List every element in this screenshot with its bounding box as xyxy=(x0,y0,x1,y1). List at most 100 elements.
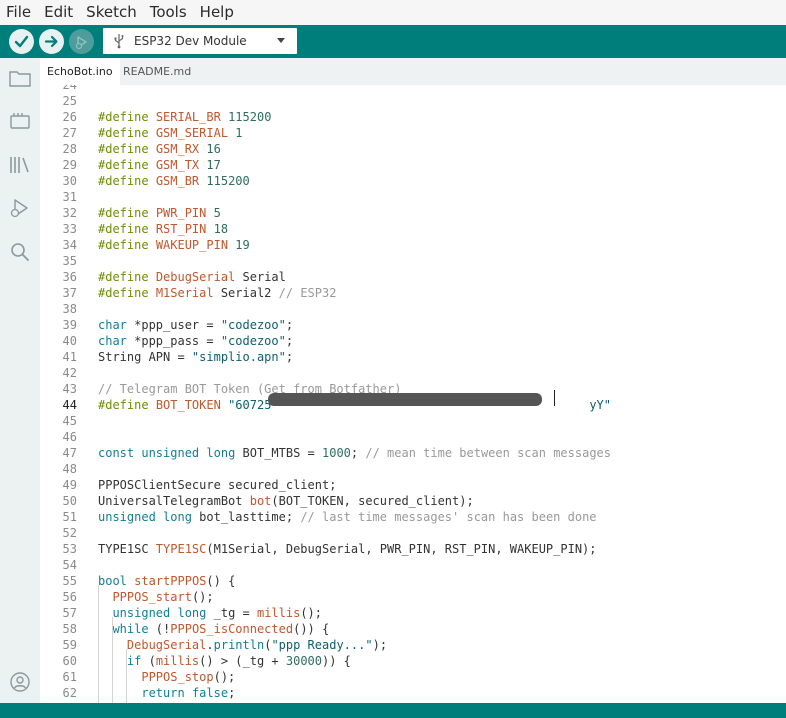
code-line[interactable]: 56 PPPOS_start(); xyxy=(40,589,786,605)
upload-button[interactable] xyxy=(39,29,64,54)
board-manager-icon[interactable] xyxy=(8,109,32,133)
code-token: Serial xyxy=(235,270,286,284)
code-line[interactable]: 52 xyxy=(40,525,786,541)
line-number: 42 xyxy=(62,366,77,380)
account-icon[interactable] xyxy=(8,670,32,694)
code-token: RST_PIN xyxy=(155,222,207,236)
code-line[interactable]: 60 if (millis() > (_tg + 30000)) { xyxy=(40,653,786,669)
menu-help[interactable]: Help xyxy=(200,0,234,25)
menu-tools[interactable]: Tools xyxy=(150,0,187,25)
code-token: unsigned xyxy=(141,446,200,460)
code-line[interactable]: 37 #define M1Serial Serial2 // ESP32 xyxy=(40,285,786,301)
code-token: #define xyxy=(98,110,149,124)
code-token: // last time messages' scan has been don… xyxy=(300,510,597,524)
code-text: #define GSM_TX 17 xyxy=(98,157,221,173)
code-token: yY" xyxy=(589,398,612,412)
code-token: long xyxy=(206,446,236,460)
line-number: 34 xyxy=(62,238,77,252)
line-number: 52 xyxy=(62,526,77,540)
menu-sketch[interactable]: Sketch xyxy=(86,0,137,25)
tab-readme[interactable]: README.md xyxy=(116,58,198,85)
line-number: 51 xyxy=(62,510,77,524)
line-number: 56 xyxy=(62,590,77,604)
menu-bar: File Edit Sketch Tools Help xyxy=(0,0,786,25)
code-token: println xyxy=(213,638,265,652)
line-number: 57 xyxy=(62,606,77,620)
code-line[interactable]: 32 #define PWR_PIN 5 xyxy=(40,205,786,221)
code-line[interactable]: 39 char *ppp_user = "codezoo"; xyxy=(40,317,786,333)
code-line[interactable]: 24 xyxy=(40,85,786,93)
code-line[interactable]: 53 TYPE1SC TYPE1SC(M1Serial, DebugSerial,… xyxy=(40,541,786,557)
code-token: DebugSerial xyxy=(126,638,207,652)
code-token: ); xyxy=(372,638,388,652)
check-icon xyxy=(14,35,29,48)
code-line[interactable]: 35 xyxy=(40,253,786,269)
code-token: (BOT_TOKEN, secured_client); xyxy=(271,494,474,508)
code-token: #define xyxy=(98,126,149,140)
code-token: ; xyxy=(350,446,366,460)
code-text: #define M1Serial Serial2 // ESP32 xyxy=(98,285,336,301)
code-line[interactable]: 25 xyxy=(40,93,786,109)
tab-echobot[interactable]: EchoBot.ino xyxy=(40,58,120,85)
code-line[interactable]: 40 char *ppp_pass = "codezoo"; xyxy=(40,333,786,349)
menu-edit[interactable]: Edit xyxy=(44,0,73,25)
board-name: ESP32 Dev Module xyxy=(134,34,247,48)
menu-file[interactable]: File xyxy=(6,0,31,25)
library-icon[interactable] xyxy=(8,153,32,177)
code-line[interactable]: 49 PPPOSClientSecure secured_client; xyxy=(40,477,786,493)
code-token: char xyxy=(98,334,127,348)
code-line[interactable]: 58 while (!PPPOS_isConnected()) { xyxy=(40,621,786,637)
code-line[interactable]: 51 unsigned long bot_lasttime; // last ti… xyxy=(40,509,786,525)
code-line[interactable]: 62 return false; xyxy=(40,685,786,701)
code-editor[interactable]: 24 25 26 #define SERIAL_BR 115200 27 #define … xyxy=(40,85,786,703)
code-line[interactable]: 47 const unsigned long BOT_MTBS = 1000; /… xyxy=(40,445,786,461)
code-line[interactable]: 34 #define WAKEUP_PIN 19 xyxy=(40,237,786,253)
code-token: . xyxy=(206,638,214,652)
code-token: ; xyxy=(285,350,294,364)
verify-button[interactable] xyxy=(9,29,34,54)
debug-button[interactable] xyxy=(69,29,94,54)
code-token: #define xyxy=(98,286,149,300)
code-token: #define xyxy=(98,398,149,412)
code-line[interactable]: 38 xyxy=(40,301,786,317)
code-line[interactable]: 61 PPPOS_stop(); xyxy=(40,669,786,685)
code-line[interactable]: 27 #define GSM_SERIAL 1 xyxy=(40,125,786,141)
code-line[interactable]: 59 DebugSerial.println("ppp Ready..."); xyxy=(40,637,786,653)
code-line[interactable]: 31 xyxy=(40,189,786,205)
code-line[interactable]: 28 #define GSM_RX 16 xyxy=(40,141,786,157)
code-line[interactable]: 30 #define GSM_BR 115200 xyxy=(40,173,786,189)
search-icon[interactable] xyxy=(8,240,32,264)
code-token: #define xyxy=(98,206,149,220)
code-line[interactable]: 45 xyxy=(40,413,786,429)
folder-icon[interactable] xyxy=(8,66,32,90)
code-line[interactable]: 33 #define RST_PIN 18 xyxy=(40,221,786,237)
indent-guide xyxy=(126,649,127,703)
code-token: 1 xyxy=(235,126,243,140)
code-line[interactable]: 54 xyxy=(40,557,786,573)
code-line[interactable]: 36 #define DebugSerial Serial xyxy=(40,269,786,285)
code-token: char xyxy=(98,318,127,332)
code-line[interactable]: 26 #define SERIAL_BR 115200 xyxy=(40,109,786,125)
code-line[interactable]: 57 unsigned long _tg = millis(); xyxy=(40,605,786,621)
code-line[interactable]: 29 #define GSM_TX 17 xyxy=(40,157,786,173)
code-line[interactable]: 50 UniversalTelegramBot bot(BOT_TOKEN, se… xyxy=(40,493,786,509)
code-line[interactable]: 55 bool startPPPOS() { xyxy=(40,573,786,589)
code-token: 115200 xyxy=(228,110,272,124)
code-line[interactable]: 48 xyxy=(40,461,786,477)
toolbar: ESP32 Dev Module xyxy=(0,25,786,58)
code-token: long xyxy=(177,606,207,620)
debug-icon[interactable] xyxy=(8,196,32,220)
code-line[interactable]: 41 String APN = "simplio.apn"; xyxy=(40,349,786,365)
code-token: *ppp_user = xyxy=(126,318,221,332)
board-selector[interactable]: ESP32 Dev Module xyxy=(103,28,297,54)
code-line[interactable]: 42 xyxy=(40,365,786,381)
arrow-right-icon xyxy=(44,35,58,48)
code-line[interactable]: 46 xyxy=(40,429,786,445)
chevron-down-icon xyxy=(277,38,285,43)
code-token: 18 xyxy=(213,222,229,236)
